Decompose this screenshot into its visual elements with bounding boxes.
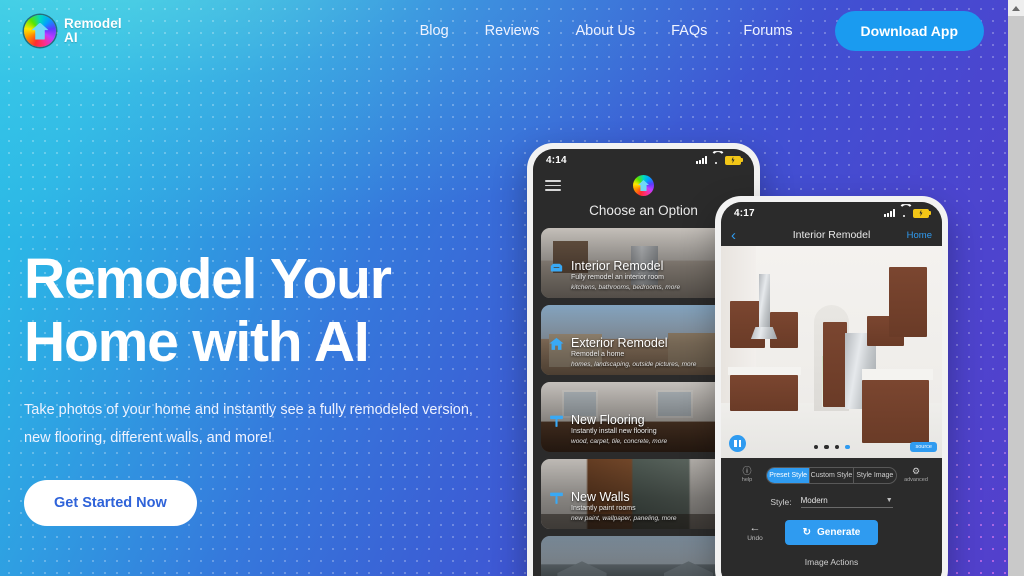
kitchen-range-hood-duct — [758, 273, 770, 329]
kitchen-counter-left — [727, 366, 801, 376]
status-icons — [884, 208, 931, 218]
kitchen-tall-cabinet — [822, 322, 847, 408]
status-time: 4:17 — [734, 207, 755, 219]
phone-front-status-bar: 4:17 — [721, 202, 942, 224]
pause-icon[interactable] — [729, 435, 746, 452]
style-mode-row: ⓘ help Preset Style Custom Style Style I… — [730, 466, 933, 484]
advanced-button[interactable]: ⚙ advanced — [899, 466, 933, 484]
gear-icon: ⚙ — [911, 466, 921, 476]
status-time: 4:14 — [546, 154, 567, 166]
carousel-dots[interactable] — [721, 444, 942, 449]
site-header: Remodel AI Blog Reviews About Us FAQs Fo… — [0, 0, 1008, 62]
help-label: help — [741, 477, 753, 483]
chevron-down-icon: ▼ — [885, 497, 893, 504]
phone-front-nav-bar: ‹ Interior Remodel Home — [721, 224, 942, 246]
house-glyph — [31, 22, 49, 40]
brand-name-line2: AI — [64, 30, 78, 45]
style-dropdown[interactable]: Modern ▼ — [800, 496, 893, 508]
house-in-color-wheel-icon — [24, 15, 56, 47]
download-app-button[interactable]: Download App — [834, 11, 984, 51]
floor-roller-icon — [548, 413, 565, 430]
hero-subtext: Take photos of your home and instantly s… — [24, 402, 473, 446]
status-icons — [696, 155, 743, 165]
brand-name: Remodel AI — [64, 17, 122, 45]
source-badge[interactable]: source — [910, 442, 937, 452]
style-label: Style: — [770, 497, 792, 507]
advanced-label: advanced — [904, 477, 928, 483]
phone-back-screen-title: Choose an Option — [589, 203, 698, 218]
page-root: Remodel AI Blog Reviews About Us FAQs Fo… — [0, 0, 1008, 576]
scroll-up-arrow-icon[interactable] — [1008, 0, 1024, 16]
nav-item-about-us[interactable]: About Us — [557, 17, 653, 45]
kitchen-tall-upper-right — [888, 267, 927, 338]
phone-front-screen: 4:17 ‹ Interior Remodel Home source ⓘ he… — [721, 202, 942, 576]
segment-custom-style[interactable]: Custom Style — [810, 467, 854, 483]
undo-label: Undo — [747, 535, 763, 542]
headline-line-1: Remodel Your — [24, 247, 392, 311]
style-selector-row: Style: Modern ▼ — [730, 496, 933, 508]
wifi-icon — [711, 156, 721, 164]
browser-scrollbar[interactable] — [1008, 0, 1024, 576]
generate-label: Generate — [817, 527, 861, 538]
paint-roller-icon — [548, 490, 565, 507]
style-value: Modern — [800, 496, 828, 505]
nav-item-reviews[interactable]: Reviews — [467, 17, 558, 45]
controls-panel: ⓘ help Preset Style Custom Style Style I… — [721, 458, 942, 573]
carousel-dot[interactable] — [834, 444, 839, 449]
segment-preset-style[interactable]: Preset Style — [767, 467, 811, 483]
house-icon — [548, 336, 565, 353]
kitchen-base-cabinets-left — [729, 375, 799, 412]
refresh-icon: ↻ — [802, 527, 812, 538]
carousel-dot-active[interactable] — [845, 444, 850, 449]
hero-section: Remodel Your Home with AI Take photos of… — [24, 248, 494, 526]
brand-logo[interactable]: Remodel AI — [24, 15, 122, 47]
help-button[interactable]: ⓘ help — [730, 466, 764, 484]
kitchen-upper-cabinet-mid — [769, 311, 799, 348]
phone-back-status-bar: 4:14 — [533, 149, 754, 171]
image-actions-label: Image Actions — [804, 557, 859, 567]
style-mode-segmented-control: Preset Style Custom Style Style Image — [766, 466, 897, 484]
headline-line-2: Home with AI — [24, 310, 370, 374]
kitchen-counter-right — [862, 368, 934, 380]
nav-item-blog[interactable]: Blog — [402, 17, 467, 45]
page-title: Remodel Your Home with AI — [24, 248, 494, 374]
phone-front-title: Interior Remodel — [792, 229, 871, 241]
cellular-signal-icon — [696, 156, 707, 164]
undo-button[interactable]: ← Undo — [734, 522, 776, 543]
nav-item-forums[interactable]: Forums — [725, 17, 810, 45]
wifi-icon — [899, 209, 909, 217]
undo-arrow-icon: ← — [749, 522, 761, 534]
carousel-dot[interactable] — [813, 444, 818, 449]
brand-name-line1: Remodel — [64, 16, 122, 31]
main-navigation: Blog Reviews About Us FAQs Forums Downlo… — [402, 11, 1008, 51]
phone-mockup-front: 4:17 ‹ Interior Remodel Home source ⓘ he… — [715, 196, 948, 576]
cellular-signal-icon — [884, 209, 895, 217]
generate-row: ← Undo ↻ Generate — [730, 520, 933, 545]
battery-charging-icon — [913, 208, 931, 218]
kitchen-island-cabinet — [862, 379, 929, 444]
app-logo-icon — [633, 175, 654, 196]
battery-charging-icon — [725, 155, 743, 165]
help-icon: ⓘ — [742, 466, 752, 476]
sofa-icon — [548, 259, 565, 276]
remodel-preview-image[interactable]: source — [721, 246, 942, 458]
nav-item-faqs[interactable]: FAQs — [653, 17, 725, 45]
generate-button[interactable]: ↻ Generate — [784, 520, 879, 545]
carousel-dot[interactable] — [824, 444, 829, 449]
segment-style-image[interactable]: Style Image — [854, 468, 896, 483]
get-started-button[interactable]: Get Started Now — [24, 480, 197, 526]
hamburger-menu-icon[interactable] — [545, 177, 561, 194]
